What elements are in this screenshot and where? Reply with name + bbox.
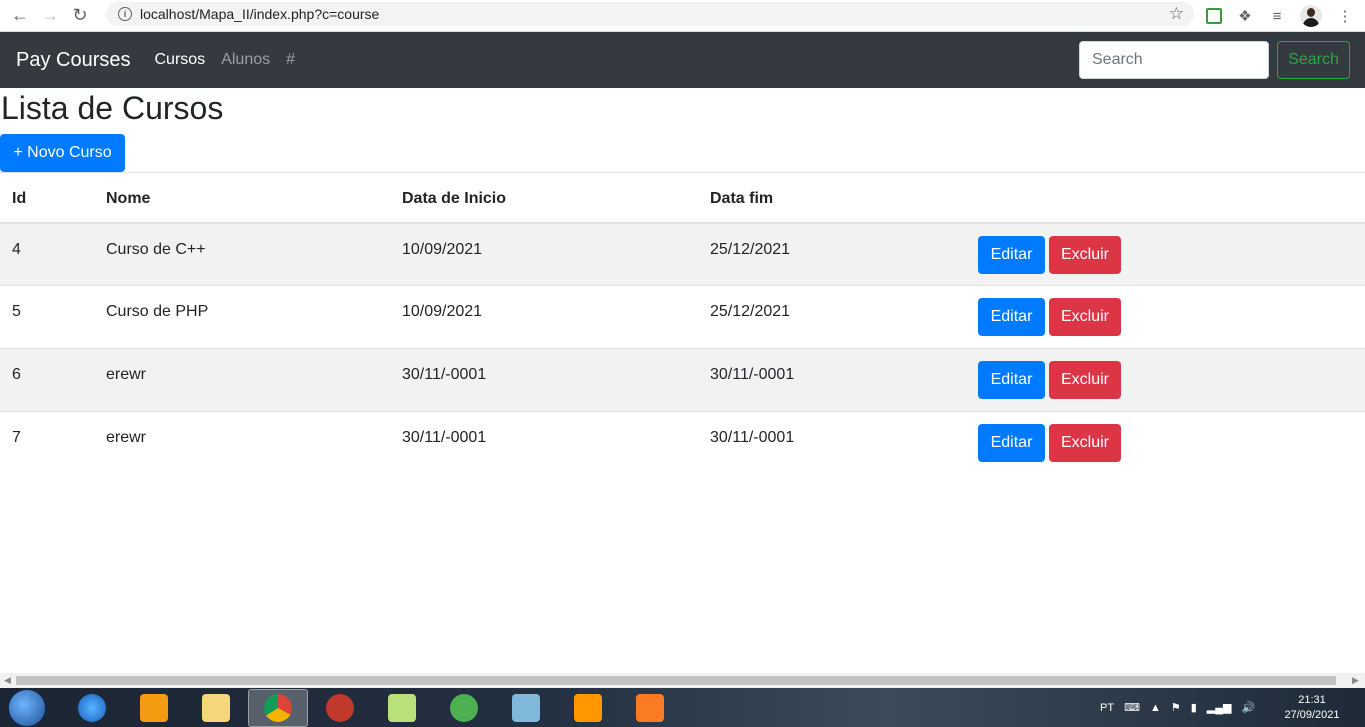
taskbar-chrome-icon[interactable] <box>248 688 308 727</box>
horizontal-scrollbar[interactable]: ◀ ▶ <box>0 673 1365 688</box>
cell-data-fim: 30/11/-0001 <box>710 366 795 383</box>
puzzle-extensions-icon[interactable]: ❖ <box>1236 7 1254 25</box>
cell-data-fim: 25/12/2021 <box>710 303 791 320</box>
menu-dots-icon[interactable]: ⋮ <box>1336 7 1354 25</box>
media-queue-icon[interactable]: ≡ <box>1268 7 1286 25</box>
bookmark-star-icon[interactable]: ☆ <box>1169 4 1184 24</box>
cell-id: 7 <box>12 429 21 446</box>
taskbar-app-red-icon[interactable] <box>310 689 370 727</box>
windows-taskbar: PT ⌨ ▲ ⚑ ▮ ▂▄▆ 🔊 21:31 27/09/2021 <box>0 688 1365 727</box>
edit-button[interactable]: Editar <box>978 361 1045 399</box>
delete-button[interactable]: Excluir <box>1049 361 1121 399</box>
page-title: Lista de Cursos <box>1 90 224 126</box>
taskbar-editor-icon[interactable] <box>496 689 556 727</box>
table-header-row: Id Nome Data de Inicio Data fim <box>0 172 1365 223</box>
taskbar-ie-icon[interactable] <box>62 689 122 727</box>
table-row: 5 Curso de PHP 10/09/2021 25/12/2021 Edi… <box>0 285 1365 349</box>
cell-nome: Curso de PHP <box>106 303 209 320</box>
edit-button[interactable]: Editar <box>978 424 1045 462</box>
extension-area: ❖ ≡ ⋮ <box>1206 5 1354 27</box>
clock-date: 27/09/2021 <box>1284 709 1340 721</box>
header-data-inicio: Data de Inicio <box>402 190 507 207</box>
cell-data-inicio: 30/11/-0001 <box>402 366 487 383</box>
taskbar-clock[interactable]: 21:31 27/09/2021 <box>1282 693 1342 723</box>
delete-button[interactable]: Excluir <box>1049 298 1121 336</box>
header-actions <box>966 173 1365 223</box>
cell-actions: Editar Excluir <box>966 349 1365 412</box>
new-course-button[interactable]: + Novo Curso <box>0 134 125 172</box>
start-button-icon[interactable] <box>8 688 46 727</box>
nav-link-cursos[interactable]: Cursos <box>155 51 206 69</box>
courses-table: Id Nome Data de Inicio Data fim 4 Curso … <box>0 172 1365 475</box>
cell-data-inicio: 10/09/2021 <box>402 240 483 258</box>
taskbar-explorer-icon[interactable] <box>186 689 246 727</box>
profile-avatar[interactable] <box>1300 5 1322 27</box>
system-tray: PT ⌨ ▲ ⚑ ▮ ▂▄▆ 🔊 <box>1100 688 1255 727</box>
taskbar-xampp-icon[interactable] <box>620 689 680 727</box>
nav-link-alunos[interactable]: Alunos <box>221 51 270 69</box>
edit-button[interactable]: Editar <box>978 298 1045 336</box>
address-bar[interactable]: i localhost/Mapa_II/index.php?c=course ☆ <box>106 2 1194 26</box>
search-input[interactable] <box>1079 41 1269 79</box>
scrollbar-thumb[interactable] <box>16 676 1336 685</box>
cell-data-inicio: 10/09/2021 <box>402 303 483 320</box>
browser-toolbar: ← → ↻ i localhost/Mapa_II/index.php?c=co… <box>0 0 1365 32</box>
info-icon[interactable]: i <box>118 7 132 21</box>
reload-icon[interactable]: ↻ <box>70 5 90 26</box>
table-row: 7 erewr 30/11/-0001 30/11/-0001 Editar Ex… <box>0 411 1365 475</box>
header-id: Id <box>12 190 27 207</box>
cell-actions: Editar Excluir <box>966 286 1365 349</box>
battery-icon[interactable]: ▮ <box>1191 701 1197 714</box>
network-flag-icon[interactable]: ⚑ <box>1171 701 1181 714</box>
table-row: 4 Curso de C++ 10/09/2021 25/12/2021 Edi… <box>0 222 1365 286</box>
cell-data-inicio: 30/11/-0001 <box>402 429 487 446</box>
back-arrow-icon[interactable]: ← <box>10 5 30 26</box>
cell-id: 6 <box>12 366 21 383</box>
nav-link-hash[interactable]: # <box>286 51 295 69</box>
url-text[interactable]: localhost/Mapa_II/index.php?c=course <box>140 6 379 22</box>
cell-actions: Editar Excluir <box>966 223 1365 286</box>
cell-nome: erewr <box>106 366 147 383</box>
language-indicator[interactable]: PT <box>1100 702 1114 714</box>
edit-button[interactable]: Editar <box>978 235 1045 274</box>
header-nome: Nome <box>106 190 151 207</box>
scroll-right-icon[interactable]: ▶ <box>1352 675 1359 686</box>
taskbar-media-player-icon[interactable] <box>124 689 184 727</box>
table-row: 6 erewr 30/11/-0001 30/11/-0001 Editar Ex… <box>0 348 1365 412</box>
volume-icon[interactable]: 🔊 <box>1242 701 1256 714</box>
cell-data-fim: 25/12/2021 <box>710 240 791 258</box>
clock-time: 21:31 <box>1298 694 1326 706</box>
taskbar-apps <box>62 688 682 727</box>
delete-button[interactable]: Excluir <box>1049 424 1121 462</box>
tray-expand-icon[interactable]: ▲ <box>1150 702 1161 714</box>
sheets-extension-icon[interactable] <box>1206 8 1222 24</box>
nav-links: Cursos Alunos # <box>155 51 296 69</box>
taskbar-sublime-icon[interactable] <box>558 689 618 727</box>
site-navbar: Pay Courses Cursos Alunos # Search <box>0 32 1365 88</box>
keyboard-icon[interactable]: ⌨ <box>1124 701 1140 714</box>
cell-nome: erewr <box>106 429 147 446</box>
cell-nome: Curso de C++ <box>106 240 206 258</box>
cell-id: 5 <box>12 303 21 320</box>
taskbar-utorrent-icon[interactable] <box>434 689 494 727</box>
cell-data-fim: 30/11/-0001 <box>710 429 795 446</box>
signal-icon[interactable]: ▂▄▆ <box>1207 701 1232 714</box>
header-data-fim: Data fim <box>710 190 774 207</box>
forward-arrow-icon[interactable]: → <box>40 5 60 26</box>
cell-id: 4 <box>12 240 21 258</box>
taskbar-notes-icon[interactable] <box>372 689 432 727</box>
scroll-left-icon[interactable]: ◀ <box>4 675 11 686</box>
cell-actions: Editar Excluir <box>966 412 1365 475</box>
delete-button[interactable]: Excluir <box>1049 235 1121 274</box>
brand-link[interactable]: Pay Courses <box>16 49 131 72</box>
search-button[interactable]: Search <box>1277 41 1350 79</box>
